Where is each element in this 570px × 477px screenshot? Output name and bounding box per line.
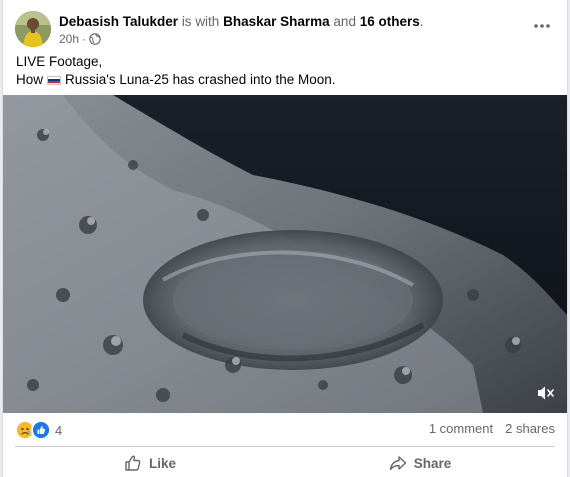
period: . xyxy=(419,14,424,29)
more-horizontal-icon xyxy=(534,24,550,28)
post-header: Debasish Talukder is with Bhaskar Sharma… xyxy=(15,11,555,51)
share-label: Share xyxy=(413,455,452,471)
like-reaction-icon xyxy=(31,420,51,440)
muted-speaker-icon[interactable] xyxy=(537,385,555,401)
and-text: and xyxy=(333,14,356,29)
comment-count-link[interactable]: 1 comment xyxy=(429,421,493,436)
post-text-suffix: Russia's Luna-25 has crashed into the Mo… xyxy=(65,72,336,87)
post-actions: Like Share xyxy=(15,450,555,476)
author-name[interactable]: Debasish Talukder xyxy=(59,14,178,29)
share-button[interactable]: Share xyxy=(285,450,555,476)
timestamp[interactable]: 20h xyxy=(59,31,79,47)
tagged-name[interactable]: Bhaskar Sharma xyxy=(223,14,330,29)
reaction-count: 4 xyxy=(55,422,63,438)
post-text: LIVE Footage, How Russia's Luna-25 has c… xyxy=(16,53,555,89)
with-text: is with xyxy=(181,14,220,29)
like-button[interactable]: Like xyxy=(15,450,285,476)
post-meta: 20h · xyxy=(59,31,101,47)
like-label: Like xyxy=(148,455,176,471)
post-text-prefix: How xyxy=(16,72,44,87)
engagement-counts: 1 comment 2 shares xyxy=(429,421,555,436)
author-line: Debasish Talukder is with Bhaskar Sharma… xyxy=(59,13,424,31)
moon-surface-video[interactable] xyxy=(3,95,567,413)
more-options-button[interactable] xyxy=(529,16,555,36)
actions-divider xyxy=(15,446,555,447)
post-text-line-1: LIVE Footage, xyxy=(16,54,103,69)
others-link[interactable]: 16 others xyxy=(360,14,420,29)
reactions-summary[interactable]: 4 xyxy=(15,420,62,440)
globe-icon xyxy=(89,33,101,45)
separator: · xyxy=(82,32,87,46)
author-avatar[interactable] xyxy=(15,11,51,47)
russia-flag-icon xyxy=(47,75,62,85)
thumbs-up-icon xyxy=(124,454,142,472)
share-count-link[interactable]: 2 shares xyxy=(505,421,555,436)
share-arrow-icon xyxy=(389,454,407,472)
post-text-line-2: How Russia's Luna-25 has crashed into th… xyxy=(16,71,555,89)
flag-stripe-red xyxy=(48,81,61,84)
post-card: Debasish Talukder is with Bhaskar Sharma… xyxy=(2,0,568,477)
post-stats: 4 1 comment 2 shares xyxy=(15,420,555,440)
